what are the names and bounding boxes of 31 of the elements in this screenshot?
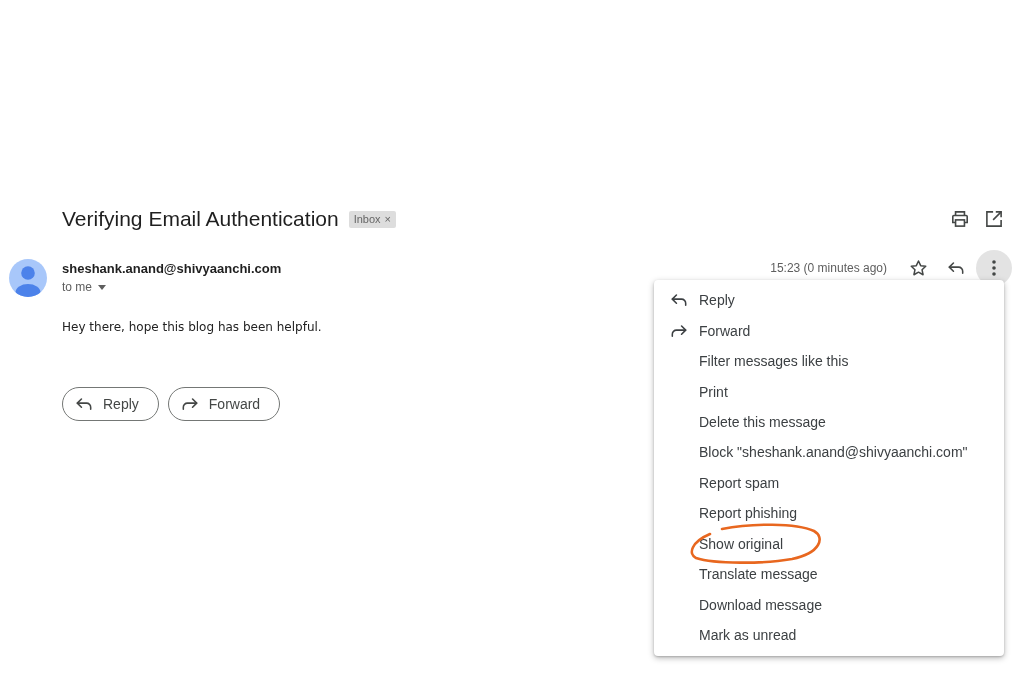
- printer-icon: [951, 211, 969, 227]
- menu-item[interactable]: Report spam: [654, 467, 1004, 499]
- reply-arrow-icon: [948, 262, 964, 274]
- reply-arrow-icon: [671, 294, 687, 307]
- menu-item[interactable]: Forward: [654, 315, 1004, 346]
- message-body: Hey there, hope this blog has been helpful.: [62, 319, 322, 336]
- forward-arrow-icon: [181, 398, 198, 410]
- message-time: 15:23 (0 minutes ago): [770, 261, 887, 275]
- menu-item[interactable]: Mark as unread: [654, 619, 1004, 651]
- remove-label-button[interactable]: ×: [384, 213, 392, 225]
- more-vertical-icon: [992, 260, 996, 276]
- reply-button[interactable]: Reply: [62, 387, 159, 421]
- forward-button[interactable]: Forward: [167, 387, 281, 421]
- recipient-details-button[interactable]: to me: [62, 279, 106, 295]
- label-text: Inbox: [353, 213, 381, 225]
- menu-item[interactable]: Report phishing: [654, 498, 1004, 529]
- menu-item[interactable]: Reply: [654, 285, 1004, 316]
- menu-item[interactable]: Translate message: [654, 558, 1004, 590]
- forward-arrow-icon: [671, 324, 687, 337]
- menu-item[interactable]: Block "sheshank.anand@shivyaanchi.com": [654, 437, 1004, 468]
- menu-item[interactable]: Delete this message: [654, 406, 1004, 438]
- menu-item[interactable]: Filter messages like this: [654, 345, 1004, 377]
- sender-address: sheshank.anand@shivyaanchi.com: [62, 260, 282, 278]
- email-subject: Verifying Email Authentication: [62, 207, 339, 231]
- caret-icon: [98, 284, 106, 290]
- menu-item[interactable]: Show original: [654, 528, 1004, 559]
- menu-item[interactable]: Print: [654, 376, 1004, 407]
- avatar-icon: [9, 259, 47, 297]
- open-new-window-icon: [986, 211, 1002, 227]
- menu-item[interactable]: Download message: [654, 589, 1004, 620]
- reply-arrow-icon: [76, 398, 92, 410]
